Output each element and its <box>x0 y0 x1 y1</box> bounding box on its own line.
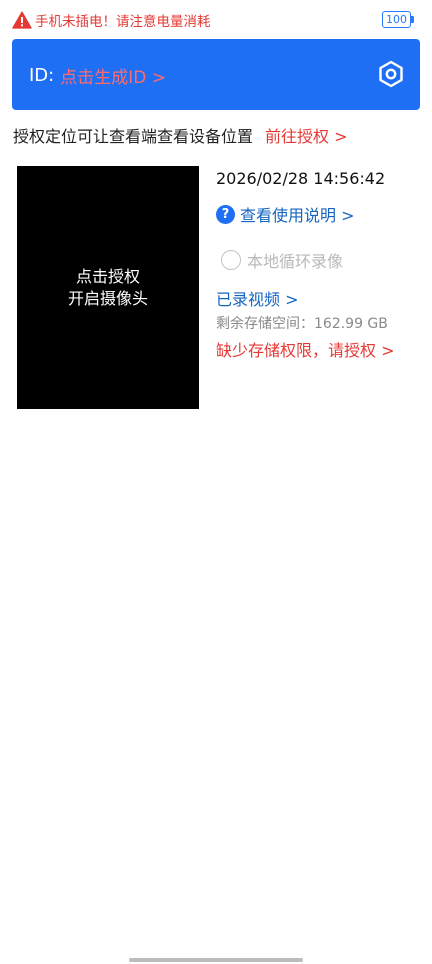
warning-triangle-icon <box>12 11 32 29</box>
help-icon: ? <box>216 204 235 224</box>
battery-icon: 100 <box>382 11 411 28</box>
camera-preview[interactable]: 点击授权 开启摄像头 <box>17 166 199 409</box>
loop-record-option[interactable]: 本地循环录像 <box>221 248 343 272</box>
storage-permission-link[interactable]: 缺少存储权限，请授权 > <box>216 337 395 361</box>
battery-indicator: 100 <box>382 11 414 28</box>
current-datetime: 2026/02/28 14:56:42 <box>216 169 386 188</box>
id-label: ID: <box>29 65 55 86</box>
home-indicator[interactable] <box>129 958 303 962</box>
usage-help-text: 查看使用说明 > <box>240 206 355 225</box>
generate-id-link[interactable]: 点击生成ID > <box>60 63 166 88</box>
authorize-location-link[interactable]: 前往授权 > <box>265 123 348 147</box>
id-card: ID: 点击生成ID > <box>12 39 420 110</box>
id-row: ID: 点击生成ID > <box>29 63 166 88</box>
camera-prompt-line1: 点击授权 <box>75 266 140 286</box>
power-warning: 手机未插电！请注意电量消耗 <box>12 10 211 30</box>
usage-help-link[interactable]: ? 查看使用说明 > <box>216 202 355 226</box>
camera-prompt-line2: 开启摄像头 <box>67 288 148 308</box>
recorded-videos-link[interactable]: 已录视频 > <box>216 286 299 310</box>
page: 手机未插电！请注意电量消耗 100 ID: 点击生成ID > 授权定位可让查看端… <box>0 0 432 964</box>
storage-remaining: 剩余存储空间：162.99 GB <box>216 316 388 332</box>
loop-record-radio[interactable] <box>221 250 241 270</box>
settings-button[interactable] <box>378 60 404 88</box>
location-permission-row: 授权定位可让查看端查看设备位置 前往授权 > <box>13 123 348 147</box>
battery-tip <box>411 16 414 23</box>
location-permission-text: 授权定位可让查看端查看设备位置 <box>13 127 254 146</box>
battery-level: 100 <box>386 13 407 26</box>
settings-hexagon-icon <box>379 60 403 88</box>
loop-record-label: 本地循环录像 <box>247 252 344 271</box>
power-warning-text: 手机未插电！请注意电量消耗 <box>35 14 211 30</box>
